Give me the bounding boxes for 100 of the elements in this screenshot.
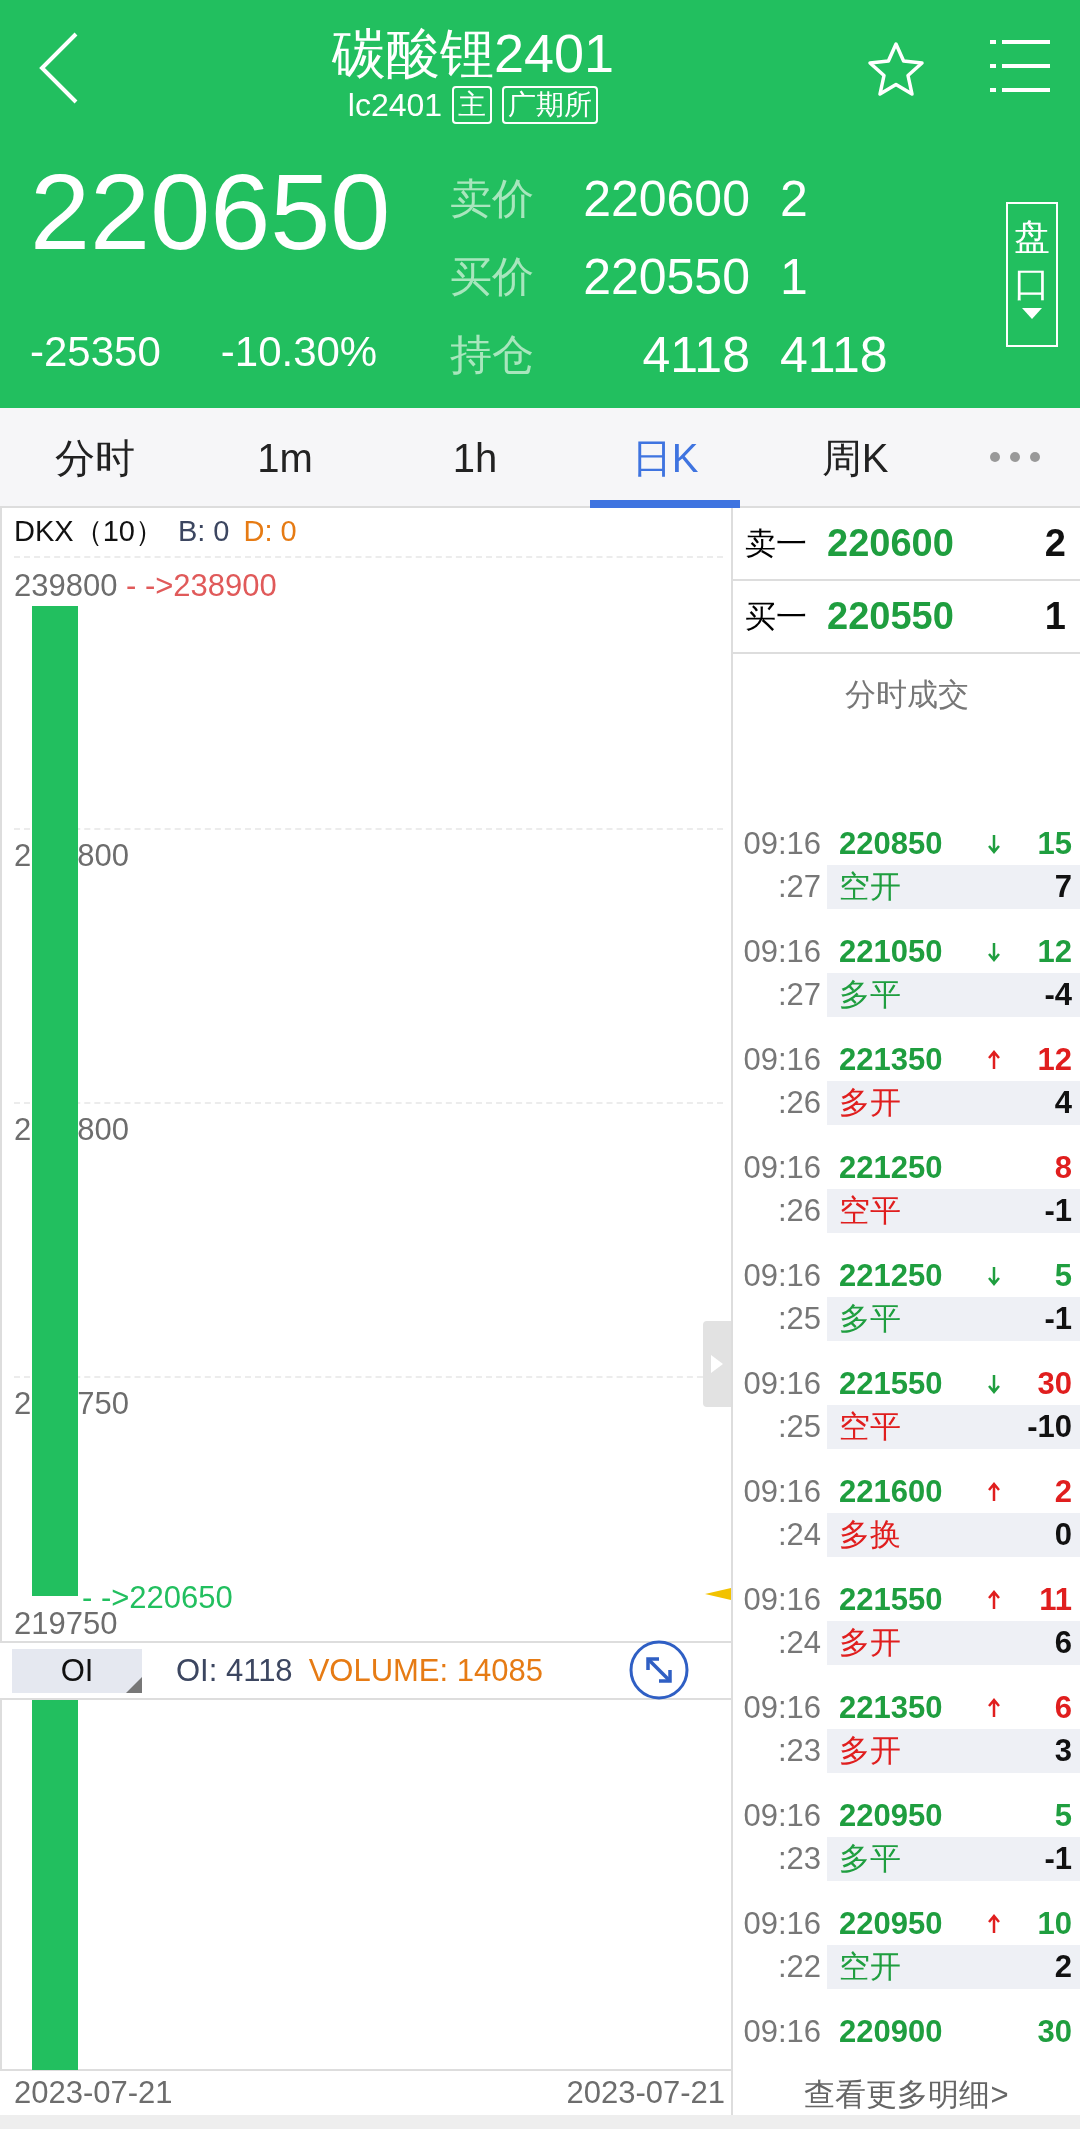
trade-action: 多平 xyxy=(839,976,902,1014)
trade-volume: 11 xyxy=(1038,1582,1073,1618)
book-label: 卖一 xyxy=(745,524,807,563)
trade-time: 09:16 xyxy=(742,1582,821,1618)
quote-quantity: 2 xyxy=(780,170,809,228)
trade-time: 09:16 xyxy=(742,1150,821,1186)
dropdown-icon xyxy=(1022,307,1042,319)
trade-seconds: :23 xyxy=(776,1841,821,1877)
position-change: -1 xyxy=(1044,1301,1072,1337)
position-change: -1 xyxy=(1044,1841,1072,1877)
position-change: 3 xyxy=(1054,1733,1072,1769)
open-interest-value: OI: 4118 xyxy=(176,1652,293,1689)
price-pointer-icon xyxy=(705,1587,731,1600)
period-tab[interactable]: 1m xyxy=(190,408,380,508)
trade-seconds: :26 xyxy=(776,1193,821,1229)
period-tab[interactable]: 周K xyxy=(760,408,950,508)
trade-volume: 12 xyxy=(1036,934,1073,970)
trade-price: 221050 xyxy=(839,934,944,970)
change-percent: -10.30% xyxy=(220,328,378,376)
position-change: 0 xyxy=(1054,1517,1072,1553)
contract-tag: 主 xyxy=(452,86,493,124)
trade-seconds: :24 xyxy=(776,1517,821,1553)
trades-title: 分时成交 xyxy=(843,676,970,714)
quote-value: 4118 xyxy=(641,326,751,384)
trade-price: 220850 xyxy=(839,826,944,862)
trade-seconds: :24 xyxy=(776,1625,821,1661)
quote-label: 卖价 xyxy=(450,174,535,224)
high-price-marker: - ->238900 xyxy=(126,567,277,604)
position-change: -4 xyxy=(1044,977,1072,1013)
quote-quantity: 4118 xyxy=(780,326,889,384)
book-quantity: 2 xyxy=(1044,522,1066,565)
date-axis-label: 2023-07-21 xyxy=(566,2075,725,2112)
trade-action: 多平 xyxy=(839,1300,902,1338)
star-icon[interactable] xyxy=(866,40,926,98)
trade-volume: 30 xyxy=(1036,1366,1073,1402)
book-label: 买一 xyxy=(745,597,807,636)
trade-time: 09:16 xyxy=(742,1798,821,1834)
position-change: 4 xyxy=(1054,1085,1072,1121)
last-price: 220650 xyxy=(30,152,392,272)
trade-volume: 2 xyxy=(1053,1474,1073,1510)
trade-price: 221250 xyxy=(839,1258,944,1294)
trade-price: 220950 xyxy=(839,1798,944,1834)
expand-icon[interactable] xyxy=(629,1640,689,1701)
period-tab[interactable]: 1h xyxy=(380,408,570,508)
trade-action: 多开 xyxy=(839,1084,902,1122)
trade-volume: 8 xyxy=(1053,1150,1073,1186)
trade-time: 09:16 xyxy=(742,1366,821,1402)
trade-seconds: :27 xyxy=(776,869,821,905)
more-icon[interactable] xyxy=(990,452,1040,462)
price-axis-label: 2 xyxy=(14,1385,32,1422)
trade-seconds: :27 xyxy=(776,977,821,1013)
position-change: 6 xyxy=(1054,1625,1072,1661)
corner-triangle-icon xyxy=(126,1676,142,1693)
indicator-selector[interactable]: OI xyxy=(12,1648,142,1693)
trade-action: 多开 xyxy=(839,1624,902,1662)
trade-price: 221550 xyxy=(839,1582,944,1618)
collapse-handle[interactable] xyxy=(703,1320,731,1407)
price-axis-label: 2 xyxy=(14,837,32,874)
trade-volume: 5 xyxy=(1053,1798,1073,1834)
indicator-name: DKX（10） xyxy=(14,513,164,549)
trade-time: 09:16 xyxy=(742,2014,821,2050)
price-axis-label: 800 xyxy=(77,1111,129,1148)
date-axis-label: 2023-07-21 xyxy=(14,2075,173,2112)
trade-price: 221550 xyxy=(839,1366,944,1402)
trade-time: 09:16 xyxy=(742,1258,821,1294)
quote-value: 220550 xyxy=(582,248,751,306)
trade-time: 09:16 xyxy=(742,1042,821,1078)
indicator-value: D: 0 xyxy=(243,515,297,549)
trade-price: 221350 xyxy=(839,1042,944,1078)
trade-seconds: :22 xyxy=(776,1949,821,1985)
menu-icon[interactable] xyxy=(990,40,1050,92)
trade-action: 空平 xyxy=(839,1192,902,1230)
trade-time: 09:16 xyxy=(742,1474,821,1510)
contract-code: lc2401 xyxy=(347,86,443,124)
quote-quantity: 1 xyxy=(780,248,809,306)
trade-time: 09:16 xyxy=(742,826,821,862)
trade-volume: 12 xyxy=(1036,1042,1073,1078)
expand-arrow-icon xyxy=(711,1354,723,1373)
trade-price: 221600 xyxy=(839,1474,944,1510)
contract-title: 碳酸锂2401 xyxy=(331,22,615,85)
quote-label: 持仓 xyxy=(450,330,535,380)
trade-action: 多开 xyxy=(839,1732,902,1770)
position-change: 7 xyxy=(1054,869,1072,905)
trade-action: 空平 xyxy=(839,1408,902,1446)
trade-volume: 30 xyxy=(1036,2014,1073,2050)
trade-time: 09:16 xyxy=(742,1906,821,1942)
period-tab[interactable]: 日K xyxy=(590,408,740,508)
trade-volume: 5 xyxy=(1053,1258,1073,1294)
trade-price: 221250 xyxy=(839,1150,944,1186)
period-tab[interactable]: 分时 xyxy=(0,408,190,508)
book-price: 220550 xyxy=(827,595,955,638)
more-details-link[interactable]: 查看更多明细> xyxy=(804,2075,1009,2115)
trade-time: 09:16 xyxy=(742,934,821,970)
quote-value: 220600 xyxy=(582,170,751,228)
quote-label: 买价 xyxy=(450,252,535,302)
trade-action: 多换 xyxy=(839,1516,902,1554)
trade-seconds: :25 xyxy=(776,1301,821,1337)
price-axis-label: 239800 xyxy=(14,567,118,604)
trade-price: 220900 xyxy=(839,2014,944,2050)
trade-seconds: :26 xyxy=(776,1085,821,1121)
